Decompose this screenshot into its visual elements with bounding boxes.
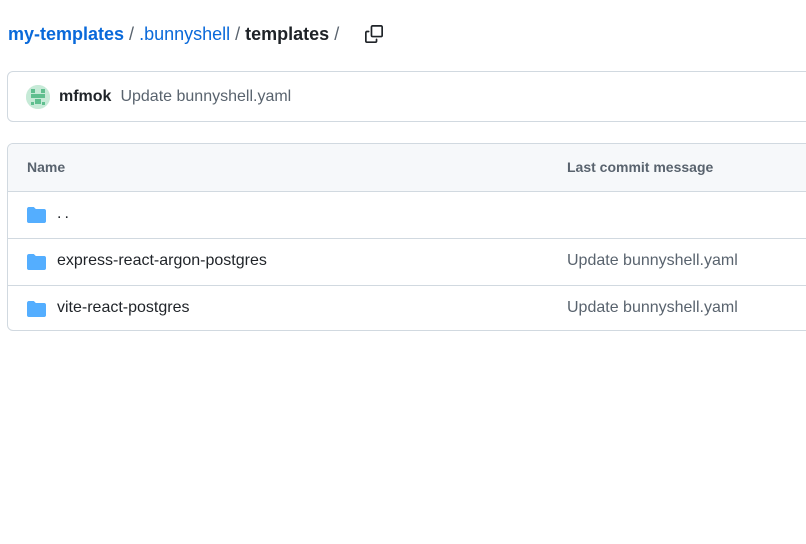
folder-icon	[27, 207, 46, 223]
breadcrumb-current: templates	[245, 23, 330, 44]
breadcrumb-separator: /	[334, 23, 340, 44]
latest-commit-box: mfmok Update bunnyshell.yaml	[7, 71, 806, 122]
table-row[interactable]: vite-react-postgres Update bunnyshell.ya…	[8, 286, 806, 330]
avatar[interactable]	[26, 84, 50, 109]
table-row[interactable]: express-react-argon-postgres Update bunn…	[8, 239, 806, 286]
column-header-last-commit-message: Last commit message	[567, 159, 714, 175]
file-name-link[interactable]: vite-react-postgres	[57, 299, 190, 317]
file-name-link[interactable]: express-react-argon-postgres	[57, 252, 267, 270]
breadcrumb-folder-link[interactable]: .bunnyshell	[139, 24, 230, 45]
copy-path-button[interactable]	[362, 22, 386, 46]
file-name-link[interactable]: ..	[57, 205, 72, 223]
breadcrumb-repo-link[interactable]: my-templates	[8, 24, 124, 45]
table-row[interactable]: ..	[8, 192, 806, 239]
commit-message-link[interactable]: Update bunnyshell.yaml	[567, 252, 738, 270]
copy-icon	[365, 25, 384, 43]
folder-icon	[27, 254, 46, 270]
commit-author[interactable]: mfmok	[59, 88, 111, 106]
breadcrumb-separator: /	[235, 23, 241, 44]
breadcrumb: my-templates / .bunnyshell / templates /	[8, 20, 386, 48]
column-header-name: Name	[27, 159, 66, 175]
commit-message-link[interactable]: Update bunnyshell.yaml	[567, 299, 738, 317]
identicon-icon	[26, 84, 50, 109]
table-header: Name Last commit message	[8, 144, 806, 192]
file-table: Name Last commit message .. express-reac…	[7, 143, 806, 331]
folder-icon	[27, 301, 46, 317]
breadcrumb-separator: /	[129, 23, 135, 44]
commit-message[interactable]: Update bunnyshell.yaml	[120, 88, 291, 106]
repo-file-browser: my-templates / .bunnyshell / templates /	[0, 0, 806, 544]
